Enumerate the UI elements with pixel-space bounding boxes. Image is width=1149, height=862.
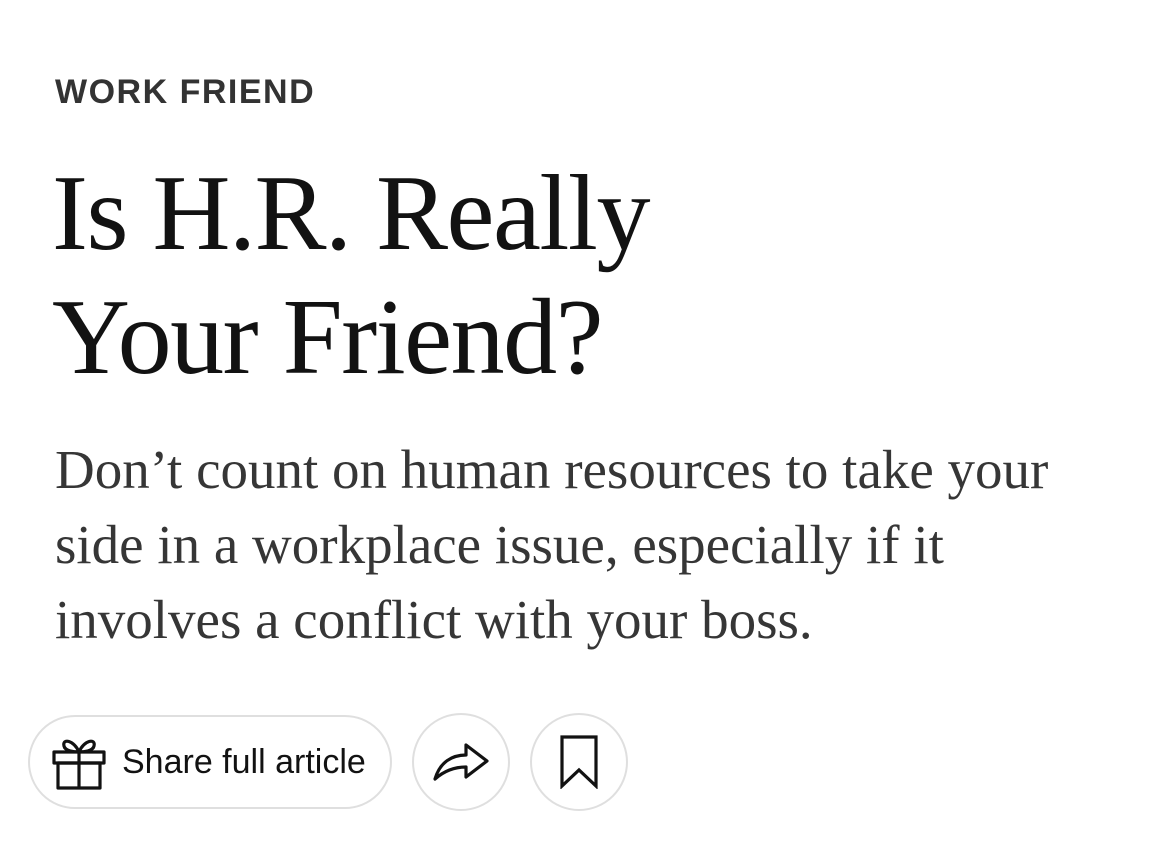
share-arrow-icon [432, 742, 490, 782]
article-headline: Is H.R. Really Your Friend? [52, 152, 812, 400]
article-actions-toolbar: Share full article [28, 713, 628, 811]
save-bookmark-button[interactable] [530, 713, 628, 811]
share-full-article-button[interactable]: Share full article [28, 715, 392, 809]
bookmark-icon [559, 735, 599, 789]
headline-line-1: Is H.R. Really [52, 154, 650, 273]
article-summary: Don’t count on human resources to take y… [55, 439, 1049, 650]
gift-icon [52, 734, 106, 790]
share-full-article-label: Share full article [122, 742, 366, 781]
share-button[interactable] [412, 713, 510, 811]
section-kicker[interactable]: WORK FRIEND [55, 72, 315, 112]
headline-line-2: Your Friend? [52, 278, 604, 397]
